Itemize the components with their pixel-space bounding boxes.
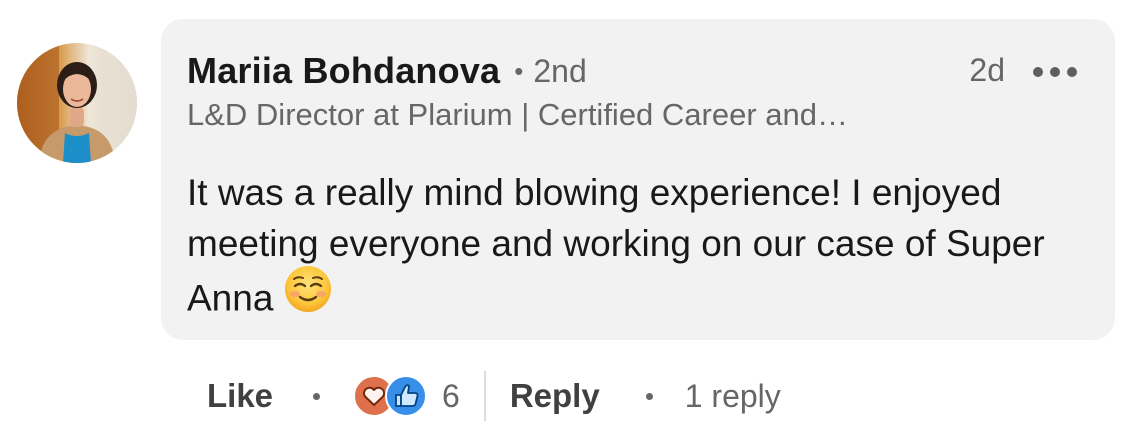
comment-bubble: Mariia Bohdanova • 2nd 2d L&D Director a…	[161, 19, 1115, 340]
reply-button[interactable]: Reply	[510, 377, 600, 415]
author-name[interactable]: Mariia Bohdanova	[187, 50, 500, 92]
author-headline: L&D Director at Plarium | Certified Care…	[187, 97, 849, 132]
more-dot	[1050, 67, 1060, 77]
separator-dot: •	[514, 55, 524, 86]
connection-degree: 2nd	[533, 52, 587, 89]
action-divider	[483, 371, 486, 421]
smiling-face-icon	[283, 264, 333, 327]
more-dot	[1067, 67, 1077, 77]
more-dot	[1033, 67, 1043, 77]
reaction-icons	[353, 375, 428, 417]
comment-body: It was a really mind blowing experience!…	[187, 167, 1097, 332]
like-button[interactable]: Like	[207, 377, 273, 415]
avatar-photo	[17, 43, 137, 163]
comment-timestamp: 2d	[969, 52, 1005, 88]
separator-dot	[645, 392, 653, 400]
like-reaction-icon	[385, 375, 428, 417]
reaction-count: 6	[442, 377, 460, 414]
author-row: Mariia Bohdanova • 2nd	[187, 49, 587, 93]
reactions-summary[interactable]: 6	[352, 374, 460, 418]
comment: Mariia Bohdanova • 2nd 2d L&D Director a…	[0, 0, 1141, 441]
reply-count-link[interactable]: 1 reply	[685, 378, 781, 415]
separator-dot	[313, 392, 321, 400]
more-horizontal-icon[interactable]	[1033, 65, 1077, 79]
author-avatar[interactable]	[17, 43, 137, 163]
comment-actions: Like 6 Reply 1 reply	[207, 368, 781, 424]
